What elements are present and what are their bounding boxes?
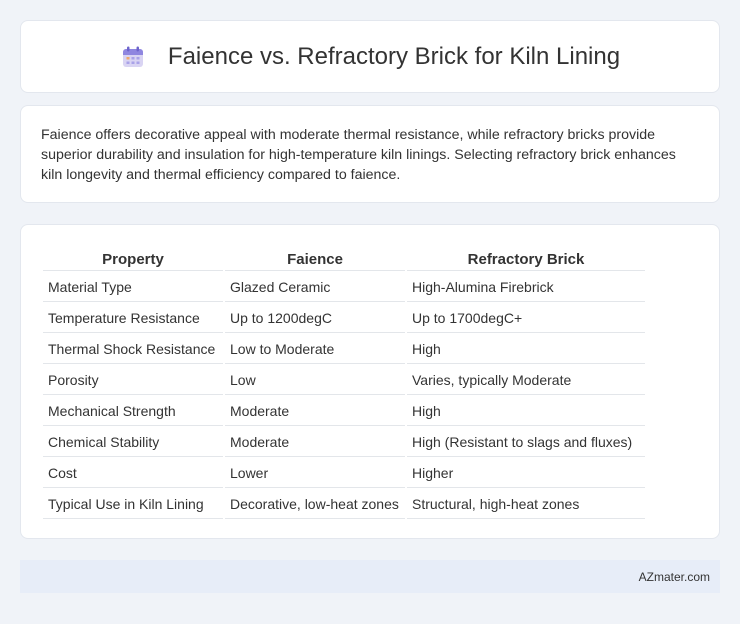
table-cell: Thermal Shock Resistance xyxy=(43,335,223,364)
table-row: Material Type Glazed Ceramic High-Alumin… xyxy=(43,273,645,302)
table-row: Mechanical Strength Moderate High xyxy=(43,397,645,426)
table-row: Porosity Low Varies, typically Moderate xyxy=(43,366,645,395)
table-row: Cost Lower Higher xyxy=(43,459,645,488)
summary-text: Faience offers decorative appeal with mo… xyxy=(41,127,676,183)
table-cell: Material Type xyxy=(43,273,223,302)
table-row: Chemical Stability Moderate High (Resist… xyxy=(43,428,645,457)
table-cell: Up to 1700degC+ xyxy=(407,304,645,333)
comparison-table: Property Faience Refractory Brick Materi… xyxy=(41,247,647,521)
table-cell: Moderate xyxy=(225,397,405,426)
table-cell: High-Alumina Firebrick xyxy=(407,273,645,302)
table-cell: Typical Use in Kiln Lining xyxy=(43,490,223,519)
table-cell: Lower xyxy=(225,459,405,488)
table-cell: Glazed Ceramic xyxy=(225,273,405,302)
table-cell: Decorative, low-heat zones xyxy=(225,490,405,519)
comparison-table-card: Property Faience Refractory Brick Materi… xyxy=(20,224,720,539)
table-header-row: Property Faience Refractory Brick xyxy=(43,249,645,271)
title-card: Faience vs. Refractory Brick for Kiln Li… xyxy=(20,20,720,93)
table-cell: Temperature Resistance xyxy=(43,304,223,333)
page-title: Faience vs. Refractory Brick for Kiln Li… xyxy=(167,42,621,70)
summary-card: Faience offers decorative appeal with mo… xyxy=(20,105,720,203)
table-row: Thermal Shock Resistance Low to Moderate… xyxy=(43,335,645,364)
table-cell: High (Resistant to slags and fluxes) xyxy=(407,428,645,457)
table-cell: Mechanical Strength xyxy=(43,397,223,426)
table-cell: Chemical Stability xyxy=(43,428,223,457)
title-row: Faience vs. Refractory Brick for Kiln Li… xyxy=(120,43,620,71)
table-row: Temperature Resistance Up to 1200degC Up… xyxy=(43,304,645,333)
column-header-faience: Faience xyxy=(225,249,405,271)
table-cell: Porosity xyxy=(43,366,223,395)
table-cell: Cost xyxy=(43,459,223,488)
table-cell: High xyxy=(407,397,645,426)
table-cell: Structural, high-heat zones xyxy=(407,490,645,519)
column-header-refractory-brick: Refractory Brick xyxy=(407,249,645,271)
table-cell: Higher xyxy=(407,459,645,488)
table-row: Typical Use in Kiln Lining Decorative, l… xyxy=(43,490,645,519)
table-cell: Moderate xyxy=(225,428,405,457)
table-cell: High xyxy=(407,335,645,364)
footer-site-link[interactable]: AZmater.com xyxy=(639,570,710,584)
table-cell: Low to Moderate xyxy=(225,335,405,364)
table-cell: Low xyxy=(225,366,405,395)
table-cell: Up to 1200degC xyxy=(225,304,405,333)
calendar-icon xyxy=(120,44,146,70)
column-header-property: Property xyxy=(43,249,223,271)
table-cell: Varies, typically Moderate xyxy=(407,366,645,395)
footer-bar: AZmater.com xyxy=(20,560,720,593)
